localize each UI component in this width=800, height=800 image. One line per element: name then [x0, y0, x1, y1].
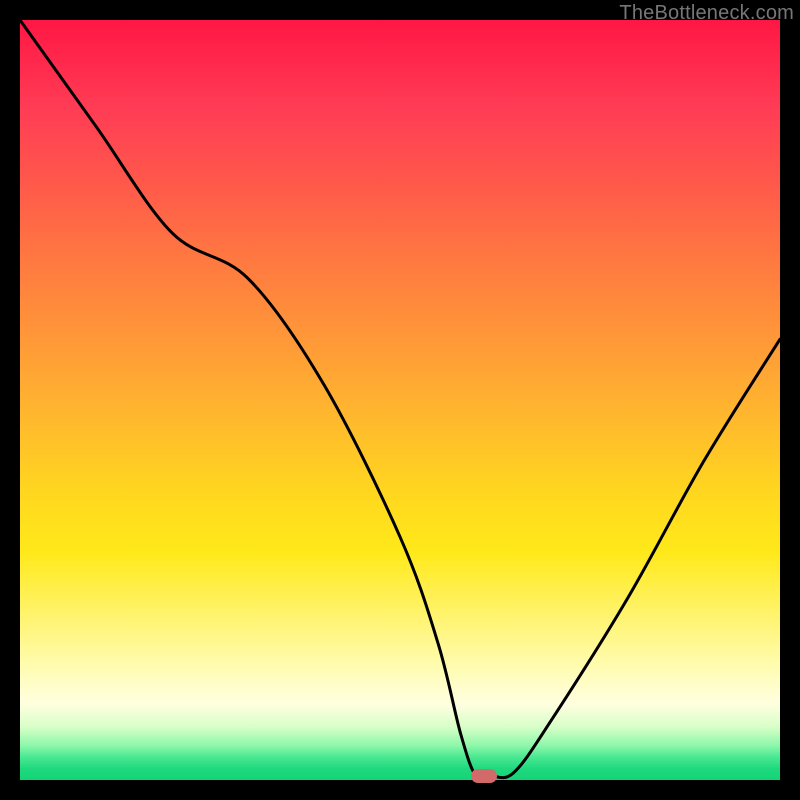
chart-plot-area — [20, 20, 780, 780]
chart-marker — [471, 769, 497, 783]
chart-line — [20, 20, 780, 780]
chart-frame: TheBottleneck.com — [0, 0, 800, 800]
